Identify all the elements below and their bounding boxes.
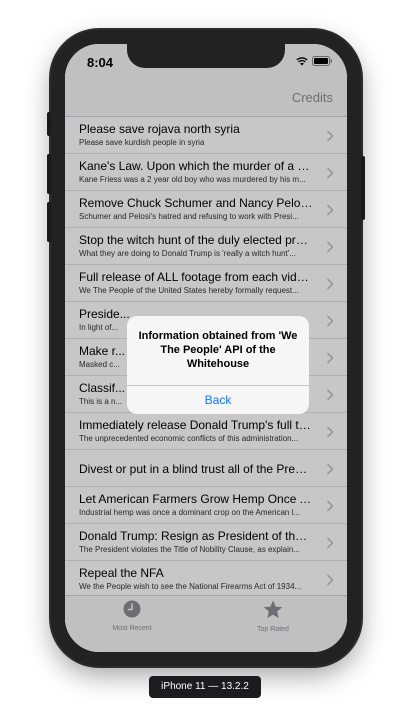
notch [127,44,285,68]
alert-message: Information obtained from 'We The People… [138,330,298,370]
volume-down-button [47,202,51,242]
device-frame: 8:04 Credits Please save rojava north sy… [47,30,365,666]
info-alert-dialog: Information obtained from 'We The People… [127,316,309,414]
back-button[interactable]: Back [127,386,309,414]
silent-switch [47,112,51,136]
power-button [361,156,365,220]
screen: 8:04 Credits Please save rojava north sy… [65,44,347,652]
device-caption: iPhone 11 — 13.2.2 [149,676,261,698]
volume-up-button [47,154,51,194]
